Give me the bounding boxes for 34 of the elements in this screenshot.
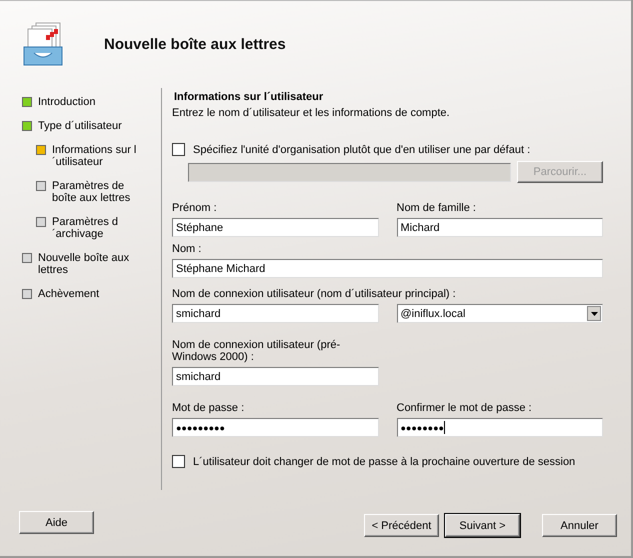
field-label: Mot de passe : [172,402,246,414]
step-label: Paramètres de boîte aux lettres [52,180,132,204]
wizard-button[interactable]: Annuler [542,514,617,537]
step-label: Introduction [38,96,96,108]
input-field[interactable]: Stéphane Michard [172,259,603,278]
page-description: Entrez le nom d´utilisateur et les informations de compte. [172,107,451,119]
input-field[interactable]: smichard [172,304,378,323]
field-label: Nom de connexion utilisateur (pré-Windows 2000) : [172,339,342,363]
field-label: Nom de famille : [396,202,477,214]
wizard-button[interactable]: < Précédent [364,514,439,537]
field-label: Nom : [172,243,202,255]
domain-dropdown[interactable]: @iniflux.local [396,304,603,323]
password-field[interactable]: ●●●●●●●● [396,418,603,437]
step-label: Achèvement [38,288,100,300]
dropdown-arrow-icon [590,312,598,316]
checkbox-label: Spécifiez l'unité d'organisation plutôt que d'en utiliser une par défaut : [193,144,530,156]
checkbox[interactable] [172,143,185,156]
checkbox[interactable] [172,455,185,468]
step-label: Informations sur l´utilisateur [52,144,138,168]
input-field[interactable]: Michard [396,218,603,237]
field-label: Confirmer le mot de passe : [396,402,533,414]
input-field[interactable]: Stéphane [172,218,378,237]
window-title: Nouvelle boîte aux lettres [104,36,286,53]
input-field[interactable]: smichard [172,367,378,386]
password-field[interactable]: ●●●●●●●●● [172,418,378,437]
wizard-button[interactable]: Suivant > [445,514,520,537]
checkbox-label: L´utilisateur doit changer de mot de passe à la prochaine ouverture de session [193,456,576,468]
field-label: Prénom : [172,202,218,214]
step-label: Paramètres d´archivage [52,216,120,240]
help-button[interactable]: Aide [19,511,94,534]
step-label: Nouvelle boîte aux lettres [38,252,130,276]
step-label: Type d´utilisateur [38,120,123,132]
page-heading: Informations sur l´utilisateur [173,91,324,103]
field-label: Nom de connexion utilisateur (nom d´utilisateur principal) : [172,288,457,300]
